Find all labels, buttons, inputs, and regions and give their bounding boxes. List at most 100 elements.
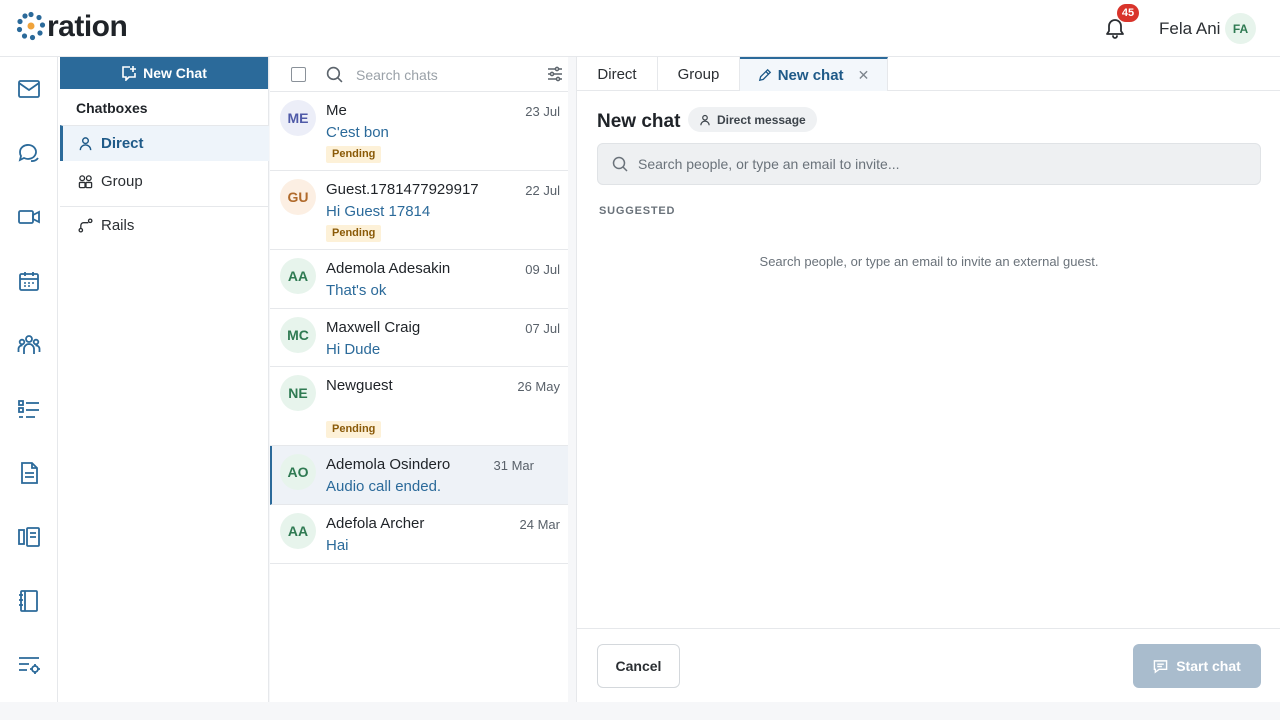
new-chat-button[interactable]: New Chat (60, 57, 268, 89)
book-icon[interactable] (17, 525, 41, 549)
search-icon (326, 66, 343, 83)
cancel-button[interactable]: Cancel (597, 644, 680, 688)
video-icon[interactable] (17, 205, 41, 229)
chat-date: 07 Jul (525, 321, 560, 336)
tab-group[interactable]: Group (658, 57, 740, 91)
chat-list: Search chats ME Me 23 Jul C'est bon Pend… (270, 57, 568, 702)
avatar: ME (280, 100, 316, 136)
chat-row[interactable]: NE Newguest 26 May Pending (270, 367, 568, 446)
avatar: GU (280, 179, 316, 215)
avatar: NE (280, 375, 316, 411)
avatar: MC (280, 317, 316, 353)
new-chat-icon (122, 66, 137, 81)
chat-preview: That's ok (326, 282, 387, 299)
search-chats-input[interactable]: Search chats (356, 67, 438, 83)
filter-icon[interactable] (547, 66, 563, 82)
chat-name: Me (326, 102, 347, 119)
chatboxes-panel: New Chat Chatboxes Direct Group Rails (58, 57, 269, 702)
mail-icon[interactable] (17, 77, 41, 101)
chat-preview: Hai (326, 537, 349, 554)
calendar-icon[interactable] (17, 269, 41, 293)
avatar: AO (280, 454, 316, 490)
chat-preview: Hi Dude (326, 341, 381, 358)
chat-preview: Hi Guest 17814 (326, 203, 431, 220)
brand-name: ration (47, 10, 128, 43)
notebook-icon[interactable] (17, 589, 41, 613)
chat-list-header: Search chats (270, 57, 568, 92)
chat-preview: C'est bon (326, 124, 389, 141)
chat-name: Newguest (326, 377, 393, 394)
settings-list-icon[interactable] (17, 653, 41, 677)
pill-label: Direct message (717, 112, 806, 127)
tab-new-chat[interactable]: New chat ✕ (740, 57, 888, 91)
new-chat-label: New Chat (143, 65, 207, 81)
avatar: AA (280, 258, 316, 294)
chatbox-item-direct[interactable]: Direct (60, 125, 269, 161)
direct-message-pill[interactable]: Direct message (688, 107, 817, 132)
chat-icon[interactable] (17, 141, 41, 165)
top-bar: ration 45 Fela Ani FA (0, 0, 1280, 57)
bottom-strip (0, 702, 1280, 720)
notification-badge: 45 (1117, 4, 1139, 22)
chat-date: 22 Jul (525, 183, 560, 198)
page-title: New chat (597, 111, 681, 132)
people-search-placeholder: Search people, or type an email to invit… (638, 156, 900, 172)
app-rail (0, 57, 58, 702)
chat-row[interactable]: AA Adefola Archer 24 Mar Hai (270, 505, 568, 564)
pending-badge: Pending (326, 421, 382, 438)
chat-row[interactable]: GU Guest.1781477929917 22 Jul Hi Guest 1… (270, 171, 568, 250)
panel-footer: Cancel Start chat (577, 628, 1280, 702)
document-icon[interactable] (17, 461, 41, 485)
tab-label: New chat (777, 66, 844, 84)
chatbox-item-label: Group (101, 172, 143, 190)
message-icon (1153, 659, 1168, 674)
pending-badge: Pending (326, 146, 382, 163)
person-icon (700, 114, 710, 125)
tab-label: Group (677, 65, 720, 83)
avatar: AA (280, 513, 316, 549)
tasks-icon[interactable] (17, 397, 41, 421)
new-chat-panel: Direct Group New chat ✕ New chat Direct … (576, 57, 1280, 702)
user-avatar[interactable]: FA (1225, 13, 1256, 44)
chat-date: 31 Mar (493, 458, 534, 473)
start-chat-label: Start chat (1176, 658, 1241, 674)
chat-preview: Audio call ended. (326, 478, 442, 495)
start-chat-button[interactable]: Start chat (1133, 644, 1261, 688)
chat-name: Ademola Osindero (326, 456, 451, 473)
chat-row[interactable]: AO Ademola Osindero 31 Mar Audio call en… (270, 446, 568, 505)
chat-date: 26 May (517, 379, 560, 394)
chat-row[interactable]: AA Ademola Adesakin 09 Jul That's ok (270, 250, 568, 309)
people-search-input[interactable]: Search people, or type an email to invit… (597, 143, 1261, 185)
suggested-heading: SUGGESTED (599, 205, 676, 217)
chatbox-item-rails[interactable]: Rails (60, 207, 269, 243)
chatbox-item-label: Direct (101, 135, 144, 152)
close-icon[interactable]: ✕ (858, 67, 870, 84)
pending-badge: Pending (326, 225, 382, 242)
group-icon (78, 174, 93, 188)
chatbox-item-group[interactable]: Group (60, 163, 269, 199)
team-icon[interactable] (17, 333, 41, 357)
chat-name: Adefola Archer (326, 515, 425, 532)
edit-icon (758, 68, 771, 82)
chatbox-item-label: Rails (101, 216, 135, 234)
tab-bar: Direct Group New chat ✕ (577, 57, 1280, 91)
select-all-checkbox[interactable] (291, 67, 306, 82)
brand-logo[interactable]: ration (16, 10, 128, 43)
chatboxes-title: Chatboxes (76, 100, 148, 116)
logo-mark-icon (16, 11, 46, 41)
chat-row[interactable]: ME Me 23 Jul C'est bon Pending (270, 92, 568, 171)
person-icon (79, 137, 92, 151)
search-icon (612, 156, 628, 172)
user-name[interactable]: Fela Ani (1159, 19, 1220, 39)
chat-date: 09 Jul (525, 262, 560, 277)
chat-date: 23 Jul (525, 104, 560, 119)
tab-direct[interactable]: Direct (577, 57, 658, 91)
chat-row[interactable]: MC Maxwell Craig 07 Jul Hi Dude (270, 309, 568, 367)
chat-name: Guest.1781477929917 (326, 181, 479, 198)
chat-name: Maxwell Craig (326, 319, 421, 336)
rails-icon (78, 217, 93, 233)
tab-label: Direct (597, 65, 637, 83)
empty-state-message: Search people, or type an email to invit… (759, 254, 1099, 269)
chat-date: 24 Mar (519, 517, 560, 532)
chat-name: Ademola Adesakin (326, 260, 451, 277)
